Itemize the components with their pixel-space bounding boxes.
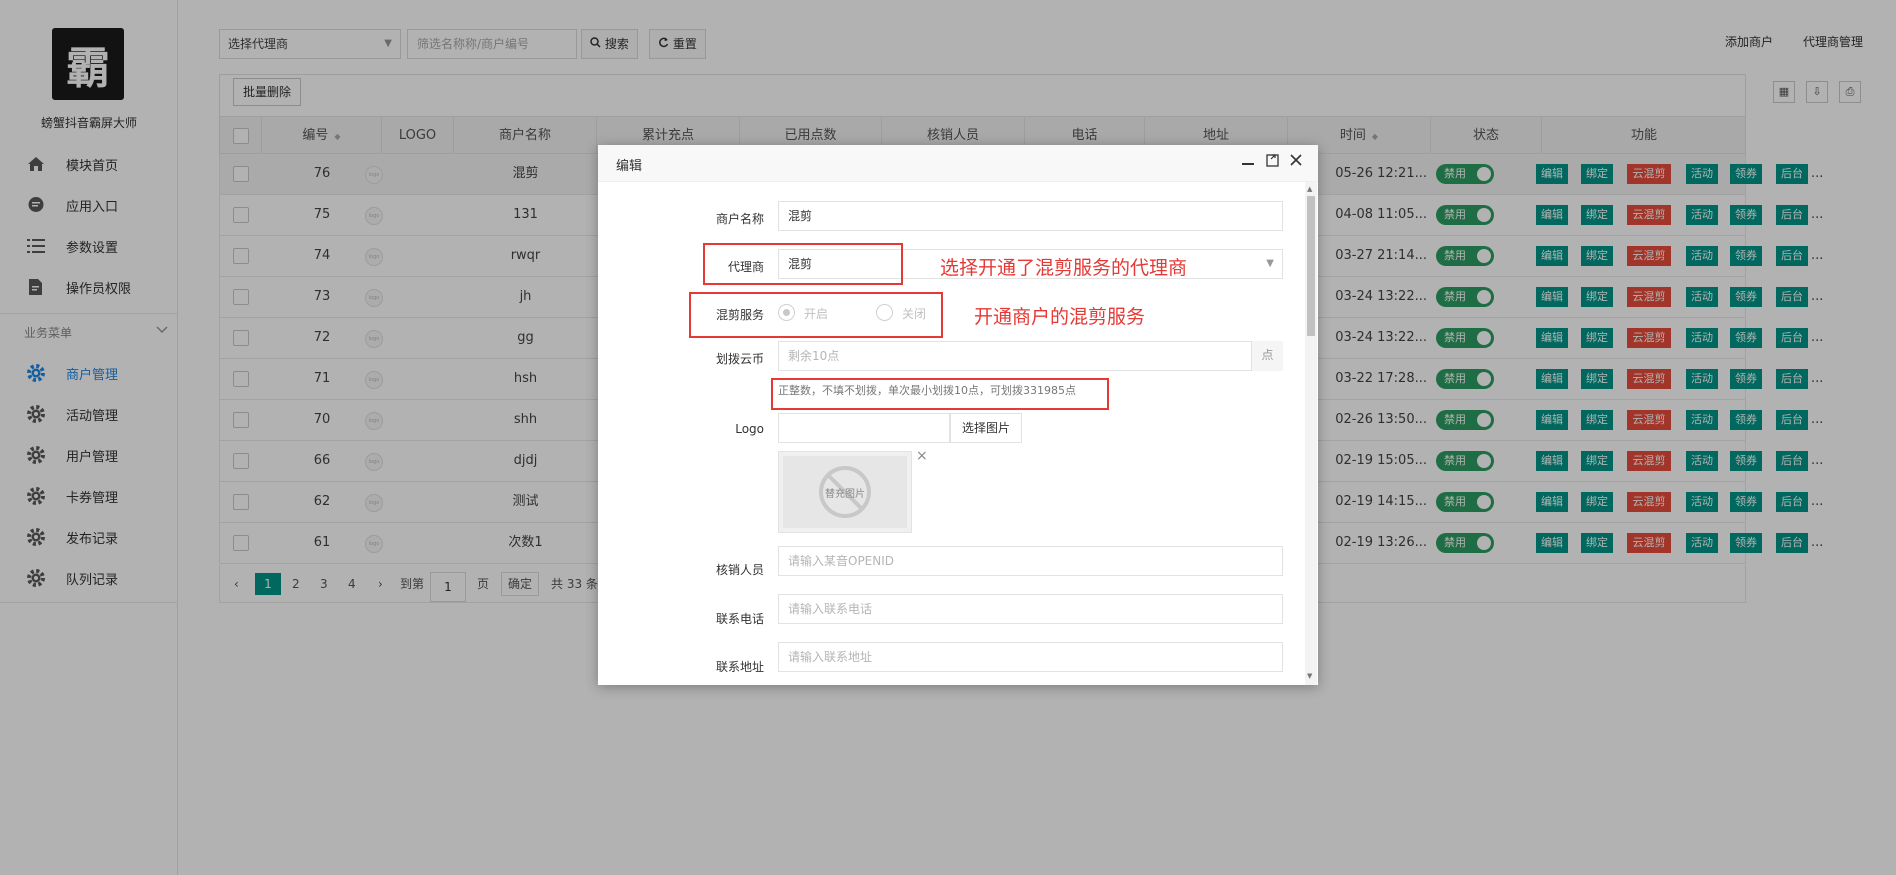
pick-image-button[interactable]: 选择图片: [950, 413, 1022, 443]
logo-path-input[interactable]: [778, 413, 950, 443]
address-label: 联系地址: [715, 660, 764, 674]
modal-scrollbar[interactable]: ▲ ▼: [1305, 182, 1317, 685]
scroll-thumb[interactable]: [1307, 196, 1315, 336]
modal-title: 编辑: [616, 159, 643, 174]
minimize-icon[interactable]: [1242, 153, 1254, 171]
logo-preview: 替充图片: [778, 451, 912, 533]
annotation-box-hint: [771, 378, 1109, 410]
coin-suffix: 点: [1251, 341, 1283, 371]
phone-input[interactable]: 请输入联系电话: [778, 594, 1283, 624]
verifier-label: 核销人员: [715, 563, 764, 577]
annotation-box-agent: [703, 243, 903, 285]
maximize-icon[interactable]: [1266, 153, 1279, 171]
annotation-box-mix: [689, 292, 943, 338]
scroll-up-icon[interactable]: ▲: [1307, 185, 1312, 193]
annotation-mix-note: 开通商户的混剪服务: [974, 306, 1146, 328]
edit-modal: 编辑 商户名称 混剪 代理商 混剪 ▼ 混剪服务 开启 关闭 划拨云币 剩余10…: [598, 145, 1318, 685]
phone-label: 联系电话: [715, 612, 764, 626]
merchant-name-label: 商户名称: [715, 212, 764, 226]
coin-transfer-input[interactable]: 剩余10点: [778, 341, 1283, 371]
caret-down-icon: ▼: [1266, 258, 1274, 269]
address-input[interactable]: 请输入联系地址: [778, 642, 1283, 672]
placeholder-image-text: 替充图片: [825, 489, 865, 500]
modal-header: 编辑: [598, 145, 1318, 182]
scroll-down-icon[interactable]: ▼: [1307, 672, 1312, 680]
merchant-name-input[interactable]: 混剪: [778, 201, 1283, 231]
coin-transfer-label: 划拨云币: [715, 352, 764, 366]
logo-label: Logo: [735, 422, 764, 436]
close-icon[interactable]: [1290, 153, 1302, 171]
remove-image-icon[interactable]: ×: [916, 448, 928, 464]
verifier-input[interactable]: 请输入某音OPENID: [778, 546, 1283, 576]
annotation-agent-note: 选择开通了混剪服务的代理商: [940, 257, 1188, 279]
